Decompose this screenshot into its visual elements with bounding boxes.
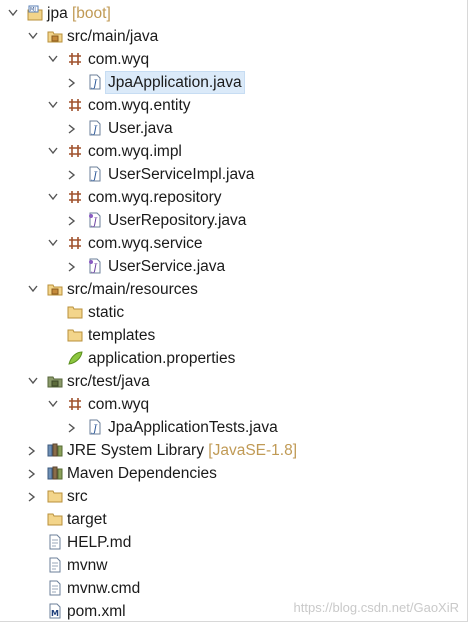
svg-text:J: J: [91, 263, 98, 274]
package-folder-icon: [47, 28, 63, 44]
package-icon: [67, 235, 83, 251]
package-folder-icon: [47, 281, 63, 297]
java-project-icon: MJ: [27, 5, 43, 21]
file-icon: [47, 580, 63, 596]
tree-label-selected: JpaApplication.java: [105, 71, 245, 94]
tree-label: HELP.md: [67, 534, 132, 551]
chevron-down-icon[interactable]: [46, 232, 60, 255]
chevron-right-icon[interactable]: [66, 209, 80, 232]
file-icon: [47, 557, 63, 573]
tree-label: com.wyq: [88, 396, 150, 413]
tree-label: UserRepository.java: [108, 212, 247, 229]
library-icon: [47, 465, 63, 481]
tree-label: UserService.java: [108, 258, 226, 275]
svg-text:J: J: [91, 125, 98, 136]
package-icon: [67, 396, 83, 412]
chevron-right-icon[interactable]: [26, 485, 40, 508]
project-name: jpa: [47, 5, 68, 22]
watermark: https://blog.csdn.net/GaoXiR: [293, 600, 459, 615]
chevron-down-icon[interactable]: [26, 25, 40, 48]
chevron-down-icon[interactable]: [46, 393, 60, 416]
folder-icon: [67, 304, 83, 320]
tree-label: src: [67, 488, 88, 505]
tree-label: target: [67, 511, 107, 528]
tree-label: UserServiceImpl.java: [108, 166, 255, 183]
file-icon: [47, 534, 63, 550]
svg-text:M: M: [51, 609, 59, 618]
folder-icon: [47, 488, 63, 504]
java-interface-file-icon: J: [87, 258, 103, 274]
chevron-down-icon[interactable]: [46, 48, 60, 71]
tree-label: src/main/java: [67, 28, 159, 45]
chevron-right-icon[interactable]: [66, 71, 80, 94]
tree-label: static: [88, 304, 125, 321]
project-explorer-tree: MJ jpa [boot] src/main/java com.wyq J Jp…: [0, 0, 468, 622]
folder-icon: [67, 327, 83, 343]
folder-icon: [47, 511, 63, 527]
tree-label: JpaApplicationTests.java: [108, 419, 278, 436]
svg-text:J: J: [91, 217, 98, 228]
xml-file-icon: M: [47, 603, 63, 619]
chevron-right-icon[interactable]: [26, 439, 40, 462]
chevron-down-icon[interactable]: [46, 186, 60, 209]
chevron-right-icon[interactable]: [66, 255, 80, 278]
java-file-icon: J: [87, 166, 103, 182]
tree-label: src/main/resources: [67, 281, 198, 298]
chevron-down-icon[interactable]: [46, 140, 60, 163]
tree-label: templates: [88, 327, 156, 344]
package-icon: [67, 97, 83, 113]
java-file-icon: J: [87, 419, 103, 435]
svg-text:MJ: MJ: [30, 7, 36, 13]
svg-text:J: J: [91, 424, 98, 435]
tree-label: com.wyq.impl: [88, 143, 182, 160]
tree-label: pom.xml: [67, 603, 126, 620]
library-icon: [47, 442, 63, 458]
jre-decoration: [JavaSE-1.8]: [208, 442, 298, 459]
chevron-down-icon[interactable]: [26, 278, 40, 301]
package-icon: [67, 143, 83, 159]
tree-label: application.properties: [88, 350, 236, 367]
package-folder-icon: [47, 373, 63, 389]
package-icon: [67, 189, 83, 205]
tree-label: JRE System Library: [67, 442, 204, 459]
properties-leaf-icon: [67, 350, 83, 366]
svg-text:J: J: [91, 171, 98, 182]
chevron-down-icon[interactable]: [6, 2, 20, 25]
project-decoration: [boot]: [72, 5, 111, 22]
tree-label: mvnw.cmd: [67, 580, 141, 597]
tree-label: com.wyq.service: [88, 235, 203, 252]
java-file-icon: J: [87, 120, 103, 136]
tree-label: com.wyq.entity: [88, 97, 191, 114]
tree-label: Maven Dependencies: [67, 465, 217, 482]
chevron-down-icon[interactable]: [26, 370, 40, 393]
tree-label: src/test/java: [67, 373, 150, 390]
chevron-down-icon[interactable]: [46, 94, 60, 117]
chevron-right-icon[interactable]: [66, 117, 80, 140]
chevron-right-icon[interactable]: [66, 416, 80, 439]
package-icon: [67, 51, 83, 67]
java-file-icon: J: [87, 74, 103, 90]
chevron-right-icon[interactable]: [66, 163, 80, 186]
chevron-right-icon[interactable]: [26, 462, 40, 485]
tree-label: com.wyq: [88, 51, 150, 68]
svg-text:J: J: [91, 79, 98, 90]
tree-label: User.java: [108, 120, 173, 137]
tree-label: com.wyq.repository: [88, 189, 222, 206]
java-interface-file-icon: J: [87, 212, 103, 228]
tree-label: mvnw: [67, 557, 108, 574]
